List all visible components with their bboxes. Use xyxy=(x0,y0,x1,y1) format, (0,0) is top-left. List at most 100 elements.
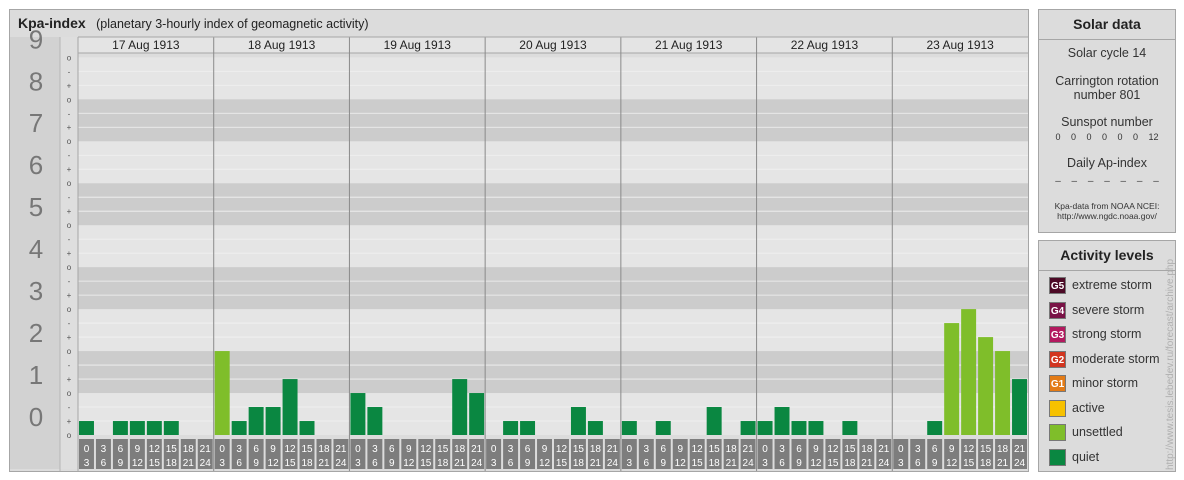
interval-end-label: 3 xyxy=(84,458,90,469)
interval-start-label: 9 xyxy=(406,444,412,455)
interval-end-label: 9 xyxy=(660,458,666,469)
interval-end-label: 3 xyxy=(762,458,768,469)
interval-start-label: 0 xyxy=(491,444,497,455)
kp-bar-6-1 xyxy=(757,421,773,435)
y-minor-tick-label: + xyxy=(67,417,72,426)
day-label: 17 Aug 1913 xyxy=(112,38,180,52)
y-minor-tick-label: o xyxy=(67,221,72,230)
interval-start-label: 6 xyxy=(253,444,259,455)
kp-bar-7-4 xyxy=(944,323,960,435)
y-minor-tick-label: + xyxy=(67,249,72,258)
interval-end-label: 24 xyxy=(200,458,212,469)
interval-start-label: 12 xyxy=(692,444,704,455)
activity-level-unsettled: unsettled xyxy=(1039,420,1175,445)
y-minor-tick-label: o xyxy=(67,95,72,104)
interval-start-label: 18 xyxy=(318,444,330,455)
interval-start-label: 3 xyxy=(644,444,650,455)
activity-level-label: strong storm xyxy=(1072,327,1142,341)
activity-level-swatch xyxy=(1049,399,1066,417)
interval-start-label: 9 xyxy=(677,444,683,455)
kp-bar-1-1 xyxy=(79,421,94,435)
interval-end-label: 24 xyxy=(878,458,890,469)
kp-bar-1-5 xyxy=(146,421,162,435)
interval-start-label: 15 xyxy=(573,444,585,455)
carrington-rotation-number: number 801 xyxy=(1073,88,1141,102)
interval-end-label: 18 xyxy=(844,458,856,469)
interval-start-label: 21 xyxy=(607,444,619,455)
interval-end-label: 9 xyxy=(253,458,259,469)
interval-end-label: 18 xyxy=(573,458,585,469)
interval-end-label: 21 xyxy=(590,458,602,469)
interval-start-label: 0 xyxy=(627,444,633,455)
y-minor-tick-label: + xyxy=(67,291,72,300)
activity-level-active: active xyxy=(1039,396,1175,421)
interval-end-label: 21 xyxy=(861,458,873,469)
kp-bar-5-8 xyxy=(740,421,756,435)
activity-level-swatch: G4 xyxy=(1049,301,1066,319)
interval-end-label: 24 xyxy=(607,458,619,469)
kp-bar-7-7 xyxy=(995,351,1011,435)
y-minor-tick-label: + xyxy=(67,333,72,342)
y-minor-tick-label: o xyxy=(67,137,72,146)
interval-start-label: 6 xyxy=(525,444,531,455)
solar-cycle: Solar cycle 14 xyxy=(1067,46,1147,60)
kp-bar-1-3 xyxy=(112,421,128,435)
interval-end-label: 9 xyxy=(796,458,802,469)
interval-end-label: 15 xyxy=(963,458,975,469)
activity-level-label: quiet xyxy=(1072,449,1100,464)
y-minor-tick-label: - xyxy=(68,361,71,370)
interval-start-label: 18 xyxy=(861,444,873,455)
y-minor-tick-label: - xyxy=(68,235,71,244)
interval-end-label: 12 xyxy=(675,458,687,469)
interval-end-label: 24 xyxy=(743,458,755,469)
day-label: 18 Aug 1913 xyxy=(248,38,316,52)
interval-start-label: 3 xyxy=(508,444,514,455)
y-minor-tick-label: + xyxy=(67,81,72,90)
interval-end-label: 18 xyxy=(301,458,313,469)
kp-bar-4-7 xyxy=(587,421,603,435)
kp-bar-1-4 xyxy=(129,421,145,435)
interval-start-label: 15 xyxy=(709,444,721,455)
day-label: 20 Aug 1913 xyxy=(519,38,587,52)
kp-band-5 xyxy=(78,183,1028,226)
kp-bar-2-1 xyxy=(214,351,230,435)
kp-bar-7-5 xyxy=(961,309,977,435)
activity-level-swatch xyxy=(1049,424,1066,441)
interval-end-label: 3 xyxy=(355,458,361,469)
kp-bar-1-6 xyxy=(163,421,179,435)
y-axis-tick-label: 8 xyxy=(29,66,43,96)
source-note-line2: http://www.ngdc.noaa.gov/ xyxy=(1057,211,1157,221)
interval-start-label: 15 xyxy=(301,444,313,455)
interval-start-label: 9 xyxy=(270,444,276,455)
interval-start-label: 18 xyxy=(726,444,738,455)
activity-level-swatch xyxy=(1049,448,1066,466)
interval-end-label: 18 xyxy=(437,458,449,469)
interval-end-label: 18 xyxy=(709,458,721,469)
interval-end-label: 12 xyxy=(268,458,280,469)
kp-bar-6-2 xyxy=(774,407,790,435)
kp-bar-7-8 xyxy=(1012,379,1027,435)
solar-data-title: Solar data xyxy=(1039,10,1175,40)
source-watermark: http://www.tesis.lebedev.ru/forecast/arc… xyxy=(1165,258,1176,470)
y-axis-tick-label: 6 xyxy=(29,150,43,180)
y-minor-tick-label: o xyxy=(67,179,72,188)
y-axis-tick-label: 5 xyxy=(29,192,43,222)
kp-bar-4-2 xyxy=(503,421,519,435)
interval-end-label: 15 xyxy=(420,458,432,469)
kp-bar-2-3 xyxy=(248,407,264,435)
activity-level-label: extreme storm xyxy=(1072,278,1152,292)
y-minor-tick-label: o xyxy=(67,431,72,440)
interval-end-label: 6 xyxy=(644,458,650,469)
interval-start-label: 0 xyxy=(762,444,768,455)
interval-end-label: 24 xyxy=(471,458,483,469)
interval-start-label: 6 xyxy=(118,444,124,455)
y-axis-tick-label: 7 xyxy=(29,108,43,138)
activity-level-quiet: quiet xyxy=(1039,445,1175,470)
y-minor-tick-label: + xyxy=(67,165,72,174)
activity-levels-list: G5 extreme storm G4 severe storm G3 strong st… xyxy=(1039,271,1175,469)
source-note-line1: Kpa-data from NOAA NCEI: xyxy=(1054,201,1160,211)
kp-band-4 xyxy=(78,225,1028,268)
kp-bar-7-6 xyxy=(978,337,994,435)
activity-level-strong-storm: G3 strong storm xyxy=(1039,322,1175,347)
y-minor-tick-label: o xyxy=(67,305,72,314)
